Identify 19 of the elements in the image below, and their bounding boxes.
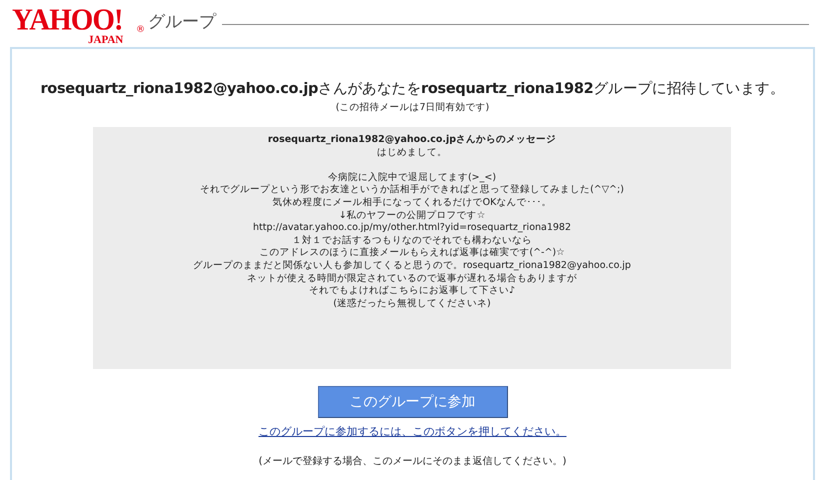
message-line: 気休め程度にメール相手になってくれるだけでOKなんで･･･。 [272,196,552,208]
invitation-headline: rosequartz_riona1982@yahoo.co.jpさんがあなたをrosequartz_riona1982グループに招待しています。 [39,80,786,99]
message-line: http://avatar.yahoo.co.jp/my/other.html?yid=rosequartz_riona1982 [252,222,572,234]
message-line: 今病院に入院中で退屈してます(>_<) [328,172,496,183]
join-link[interactable]: このグループに参加するには、このボタンを押してください。 [258,425,566,440]
message-line: このアドレスのほうに直接メールもらえれば返事は確実です(^-^)☆ [259,247,565,258]
message-line: ネットが使える時間が限定されているので返事が遅れる場合もありますが [247,272,577,284]
message-line: それでグループという形でお友達というか話相手ができればと思って登録してみました(^▽^;) [200,184,624,196]
message-sender: rosequartz_riona1982@yahoo.co.jpさんからのメッセージ [266,134,558,147]
validity-note: (この招待メールは7日間有効です) [334,100,490,115]
mail-reply-note: (メールで登録する場合、このメールにそのまま返信してください。) [258,456,568,468]
yahoo-logo: YAHOO! JAPAN ® [12,4,146,47]
message-line: はじめまして。 [377,146,447,158]
message-line: (迷惑だったら無視してくださいネ) [333,298,491,309]
section-title: グループ [148,11,216,34]
message-line: １対１でお話するつもりなのでそれでも構わないなら [292,234,532,246]
message-line: ↓私のヤフーの公開プロフです☆ [338,210,486,221]
message-line: それでもよければこちらにお返事して下さい♪ [308,285,516,296]
message-line: グループのままだと関係ない人も参加してくると思うので。rosequartz_riona1982@yahoo.co.jp [193,260,631,271]
